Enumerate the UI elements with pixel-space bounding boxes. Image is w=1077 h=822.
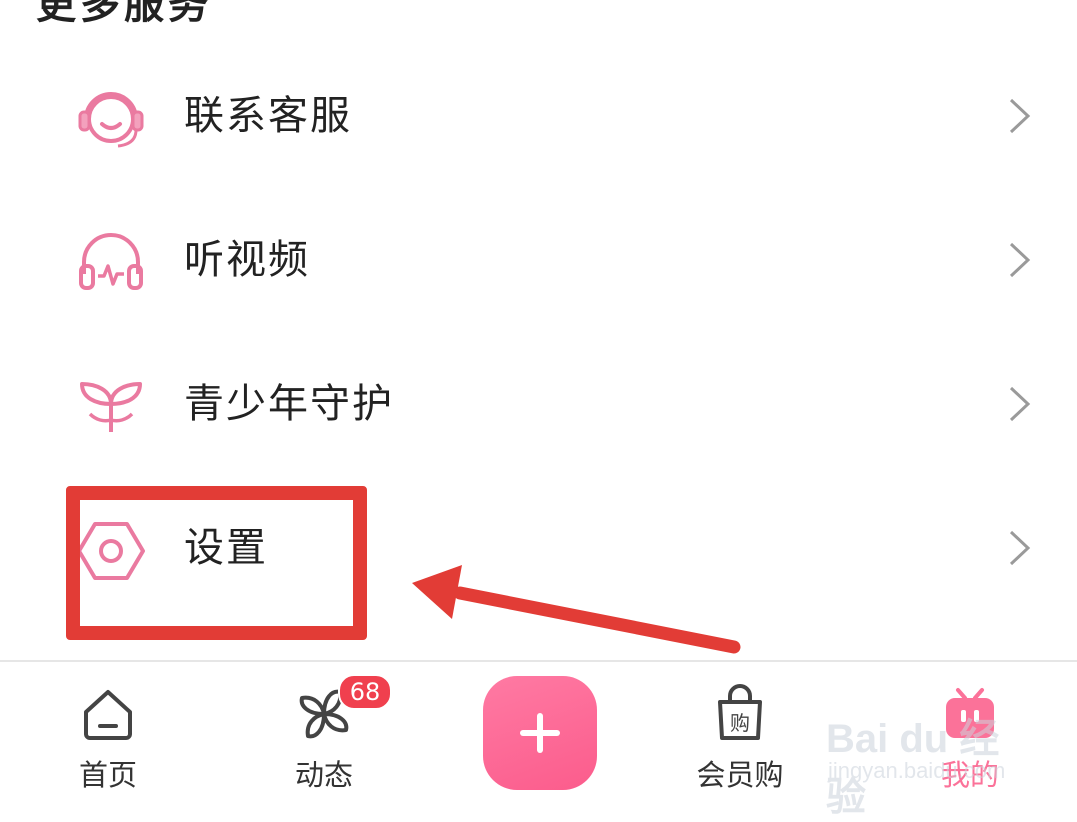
tab-label: 动态 <box>294 758 353 792</box>
watermark-sub: jingyan.baidu.com <box>828 758 1006 783</box>
tab-member-mall[interactable]: 购 会员购 <box>675 662 805 809</box>
menu-item-youth-guard[interactable]: 青少年守护 <box>0 332 1077 476</box>
sprout-icon <box>80 382 142 432</box>
annotation-highlight-box <box>66 486 367 640</box>
chevron-right-icon <box>1009 98 1031 134</box>
annotation-arrow <box>412 565 741 654</box>
headset-icon <box>78 92 144 148</box>
tab-home[interactable]: 首页 <box>43 662 173 809</box>
chevron-right-icon <box>1009 530 1031 566</box>
svg-text:购: 购 <box>730 711 750 735</box>
menu-item-label: 听视频 <box>184 237 310 283</box>
publish-button[interactable] <box>483 676 597 790</box>
menu-item-contact-service[interactable]: 联系客服 <box>0 44 1077 188</box>
headphones-icon <box>79 233 143 290</box>
shopping-bag-icon: 购 <box>718 684 762 740</box>
section-title: 更多服务 <box>36 0 212 28</box>
chevron-right-icon <box>1009 386 1031 422</box>
watermark: Bai du 经验 jingyan.baidu.com <box>826 706 1026 819</box>
notification-badge: 68 <box>338 674 392 710</box>
home-icon <box>84 690 132 740</box>
tab-label: 首页 <box>78 758 137 792</box>
menu-item-label: 青少年守护 <box>184 381 394 427</box>
menu-item-listen-video[interactable]: 听视频 <box>0 188 1077 332</box>
tab-label: 会员购 <box>696 758 784 792</box>
plus-icon <box>520 713 560 753</box>
chevron-right-icon <box>1009 242 1031 278</box>
menu-item-label: 联系客服 <box>184 93 352 139</box>
